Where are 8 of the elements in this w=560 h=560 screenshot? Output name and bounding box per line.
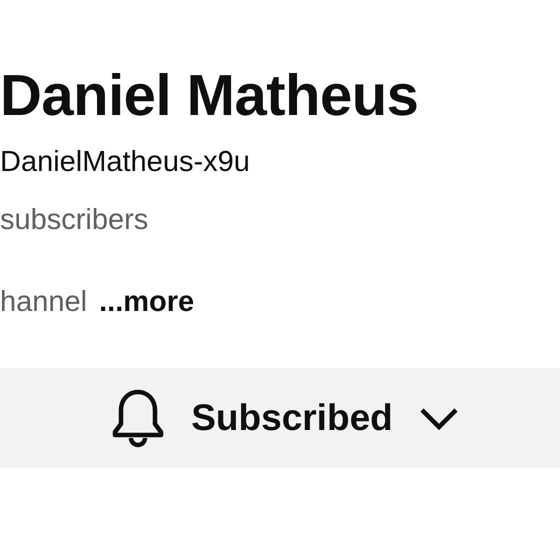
bell-icon bbox=[111, 388, 166, 448]
subscribed-button[interactable]: Subscribed bbox=[0, 368, 560, 468]
channel-name: Daniel Matheus bbox=[0, 62, 420, 130]
subscriber-count: subscribers bbox=[0, 203, 150, 238]
more-link[interactable]: ...more bbox=[99, 284, 194, 320]
channel-description: hannel bbox=[0, 285, 88, 320]
chevron-down-icon bbox=[418, 406, 459, 430]
channel-handle: DanielMatheus-x9u bbox=[0, 145, 251, 180]
